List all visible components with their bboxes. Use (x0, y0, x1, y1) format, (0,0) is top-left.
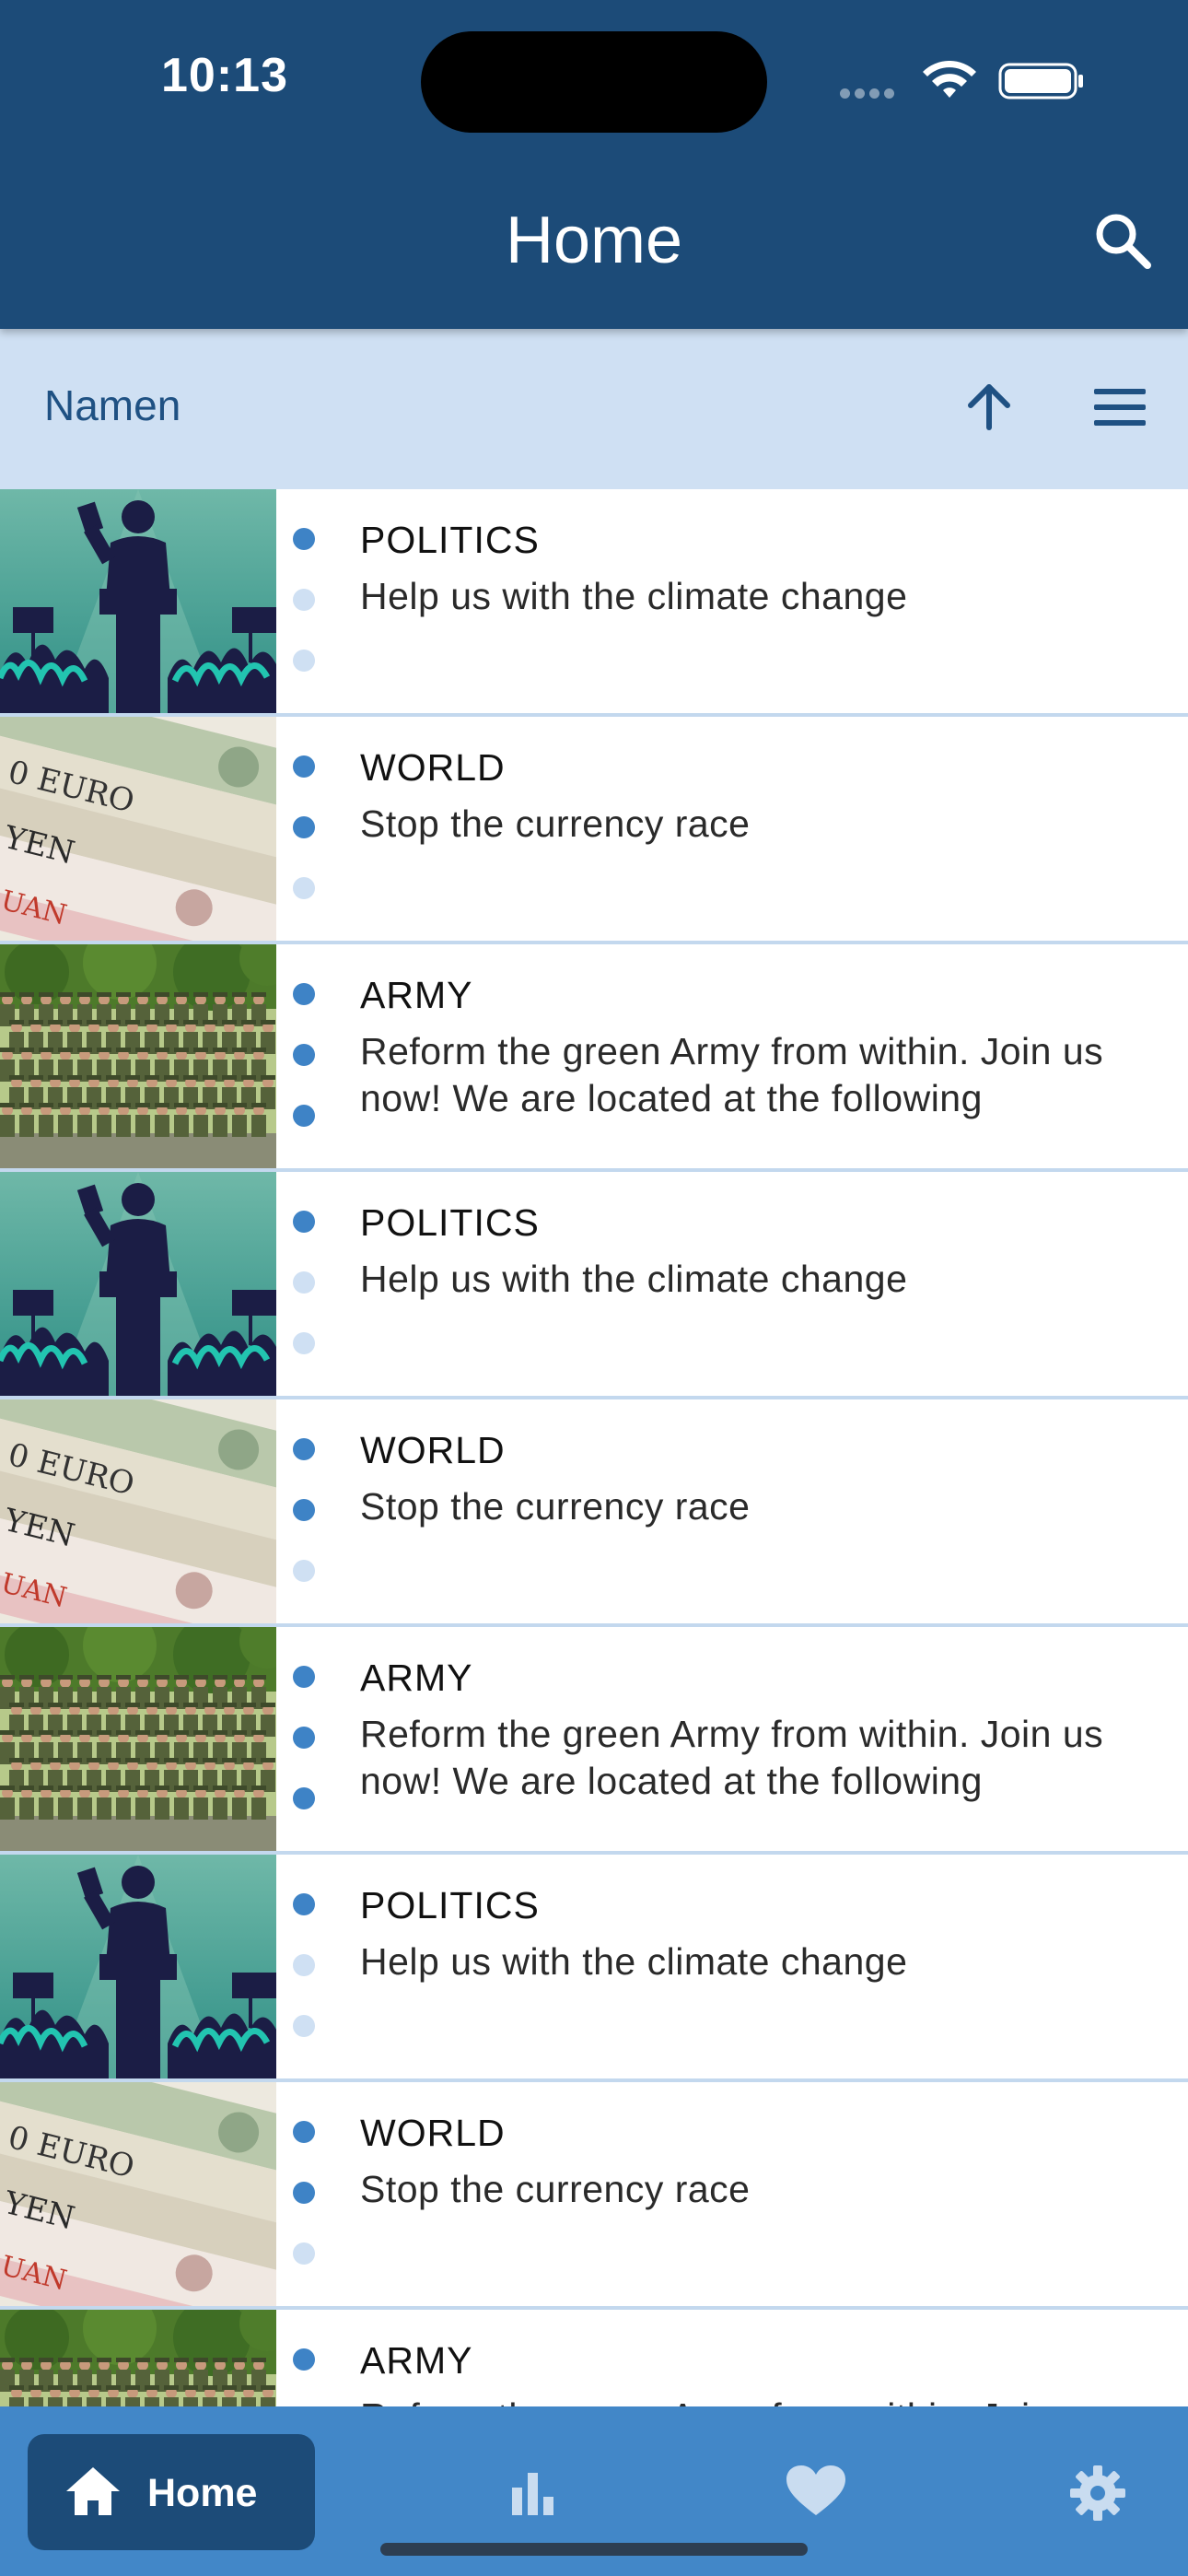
indicator-dot (293, 1560, 315, 1582)
article-thumbnail-politician-speech (0, 489, 276, 713)
article-category: ARMY (360, 974, 473, 1016)
article-description: Stop the currency race (360, 2168, 751, 2210)
article-description: Reform the green Army from within. Join … (360, 2394, 1152, 2406)
article-thumbnail-politician-speech (0, 1172, 276, 1396)
article-row[interactable]: 0 EURO YEN UAN WORLD Stop the currency race (0, 1399, 1188, 1627)
article-row[interactable]: POLITICS Help us with the climate change (0, 1855, 1188, 2082)
indicator-dot (293, 1105, 315, 1127)
indicator-dot (293, 1332, 315, 1354)
article-description: Stop the currency race (360, 802, 751, 845)
article-category: POLITICS (360, 1884, 540, 1926)
article-category: ARMY (360, 1657, 473, 1699)
search-icon[interactable] (1090, 208, 1155, 273)
cellular-signal-icon (840, 87, 899, 103)
indicator-dot (293, 650, 315, 672)
indicator-dot (293, 1499, 315, 1521)
indicator-dot (293, 2015, 315, 2037)
indicator-dot (293, 2182, 315, 2204)
indicator-dot (293, 1044, 315, 1066)
indicator-dot (293, 1438, 315, 1460)
article-row[interactable]: ARMY Reform the green Army from within. J… (0, 2310, 1188, 2406)
gear-icon[interactable] (1068, 2464, 1127, 2523)
article-description: Reform the green Army from within. Join … (360, 1713, 1104, 1802)
indicator-dot (293, 1271, 315, 1294)
status-time: 10:13 (161, 49, 288, 102)
indicator-dot (293, 589, 315, 611)
article-thumbnail-soldiers (0, 1627, 276, 1851)
article-thumbnail-banknotes: 0 EURO YEN UAN (0, 2082, 276, 2306)
article-row[interactable]: 0 EURO YEN UAN WORLD Stop the currency race (0, 2082, 1188, 2310)
article-thumbnail-politician-speech (0, 1855, 276, 2078)
article-row[interactable]: POLITICS Help us with the climate change (0, 1172, 1188, 1399)
article-description: Stop the currency race (360, 1485, 751, 1528)
article-description: Reform the green Army from within. Join … (360, 1030, 1104, 1119)
indicator-dot (293, 2242, 315, 2265)
article-category: ARMY (360, 2339, 473, 2382)
app-bar: 10:13 Home (0, 0, 1188, 329)
sort-field-label[interactable]: Namen (44, 381, 181, 430)
indicator-dot (293, 816, 315, 838)
article-row[interactable]: ARMY Reform the green Army from within. J… (0, 1627, 1188, 1855)
wifi-icon (923, 61, 976, 98)
article-category: WORLD (360, 2112, 506, 2154)
article-thumbnail-soldiers (0, 944, 276, 1168)
indicator-dot (293, 877, 315, 899)
article-description: Help us with the climate change (360, 575, 908, 617)
indicator-dot (293, 1787, 315, 1809)
article-category: WORLD (360, 1429, 506, 1471)
article-thumbnail-soldiers (0, 2310, 276, 2406)
dynamic-island (421, 31, 767, 133)
nav-home-label: Home (147, 2471, 258, 2515)
indicator-dot (293, 2348, 315, 2371)
page-title: Home (505, 204, 683, 277)
article-description: Help us with the climate change (360, 1940, 908, 1983)
indicator-dot (293, 2121, 315, 2143)
indicator-dot (293, 755, 315, 778)
indicator-dot (293, 1727, 315, 1749)
article-row[interactable]: 0 EURO YEN UAN WORLD Stop the currency race (0, 717, 1188, 944)
indicator-dot (293, 1893, 315, 1915)
bar-chart-icon[interactable] (505, 2467, 560, 2519)
article-category: POLITICS (360, 519, 540, 561)
battery-icon (998, 63, 1083, 100)
hamburger-menu-icon[interactable] (1092, 385, 1147, 429)
article-row[interactable]: ARMY Reform the green Army from within. J… (0, 944, 1188, 1172)
arrow-up-icon[interactable] (961, 380, 1017, 435)
nav-home-button[interactable]: Home (28, 2434, 315, 2550)
article-thumbnail-banknotes: 0 EURO YEN UAN (0, 717, 276, 941)
article-row[interactable]: POLITICS Help us with the climate change (0, 489, 1188, 717)
article-category: POLITICS (360, 1201, 540, 1244)
indicator-dot (293, 1211, 315, 1233)
heart-icon[interactable] (785, 2464, 847, 2519)
indicator-dot (293, 1954, 315, 1976)
indicator-dot (293, 528, 315, 550)
indicator-dot (293, 983, 315, 1005)
article-thumbnail-banknotes: 0 EURO YEN UAN (0, 1399, 276, 1623)
article-category: WORLD (360, 746, 506, 789)
indicator-dot (293, 1666, 315, 1688)
article-list[interactable]: POLITICS Help us with the climate change 0… (0, 489, 1188, 2406)
bottom-navigation: Home (0, 2406, 1188, 2576)
home-icon (66, 2467, 120, 2515)
home-indicator (380, 2543, 808, 2556)
article-description: Help us with the climate change (360, 1258, 908, 1300)
